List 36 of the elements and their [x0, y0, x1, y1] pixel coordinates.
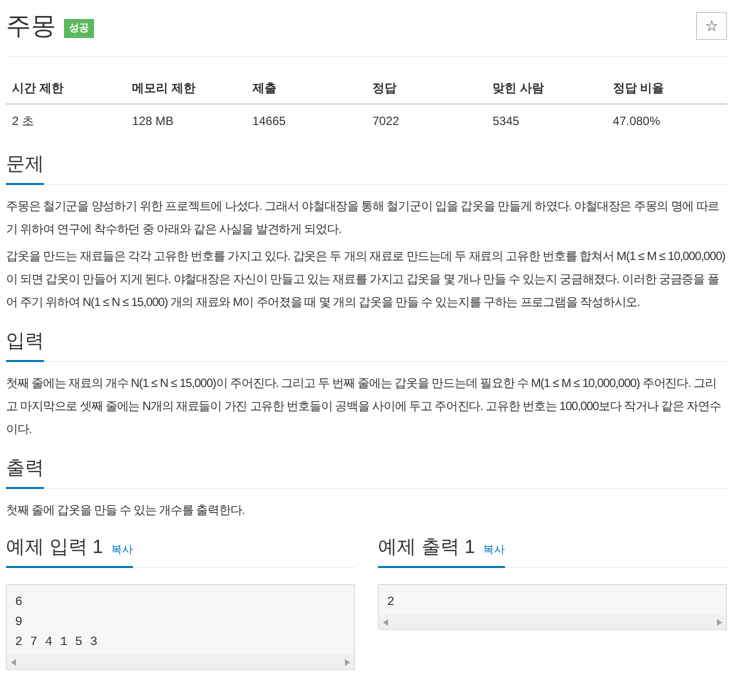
table-cell: 14665	[246, 104, 366, 137]
problem-title: 주몽	[6, 11, 56, 42]
table-cell: 47.080%	[606, 104, 727, 137]
table-cell: 7022	[366, 104, 487, 137]
code-line: 2	[387, 594, 396, 611]
code-line: 6	[15, 594, 24, 611]
star-button[interactable]: ☆	[696, 12, 727, 40]
table-cell: 128 MB	[126, 104, 246, 137]
table-cell: 5345	[486, 104, 607, 137]
sample-heading: 예제 출력 1	[378, 536, 476, 560]
paragraph: 첫째 줄에는 재료의 개수 N(1 ≤ N ≤ 15,000)이 주어진다. 그리고 두 번째 줄에는 갑옷을 만드는데 필요한 수 M(1 ≤ M ≤ 10,000,000) 주어진다. 그리고 마지막으로 셋째 줄에는 N개의 재료들이 가진 고유한 번호들이 공백을 사이에 두고 주어진다. 고유한 번호는 100,000보다 작거나 같은 자연수이다.	[6, 375, 722, 438]
scroll-right-icon[interactable]	[345, 658, 350, 666]
scroll-left-icon[interactable]	[383, 618, 388, 626]
sample-heading: 예제 입력 1	[6, 536, 104, 560]
column-header: 정답 비율	[606, 73, 727, 104]
column-header: 맞힌 사람	[486, 73, 607, 104]
copy-link[interactable]: 복사	[483, 542, 506, 558]
copy-link[interactable]: 복사	[111, 542, 134, 558]
horizontal-scrollbar[interactable]	[7, 655, 354, 669]
section-heading: 입력	[6, 330, 44, 354]
section-heading: 문제	[6, 153, 44, 177]
paragraph: 첫째 줄에 갑옷을 만들 수 있는 개수를 출력한다.	[6, 502, 246, 519]
column-header: 제출	[246, 73, 366, 104]
section-heading: 출력	[6, 457, 44, 481]
horizontal-scrollbar[interactable]	[379, 615, 726, 629]
column-header: 정답	[366, 73, 487, 104]
scroll-right-icon[interactable]	[717, 618, 722, 626]
column-header: 시간 제한	[6, 73, 126, 104]
status-badge: 성공	[64, 18, 94, 38]
column-header: 메모리 제한	[126, 73, 246, 104]
code-line: 9	[15, 614, 24, 631]
scroll-left-icon[interactable]	[11, 658, 16, 666]
table-cell: 2 초	[6, 104, 126, 137]
code-line: 2 7 4 1 5 3	[15, 634, 99, 651]
paragraph: 갑옷을 만드는 재료들은 각각 고유한 번호를 가지고 있다. 갑옷은 두 개의 재료로 만드는데 두 재료의 고유한 번호를 합쳐서 M(1 ≤ M ≤ 10,000,000)이 되면 갑옷이 만들어 지게 된다. 야철대장은 자신이 만들고 있는 재료를 가지고 갑옷을 몇 개나 만들 수 있는지 궁금해졌다. 이러한 궁금증을 풀어 주기 위하여 N(1 ≤ N ≤ 15,000) 개의 재료와 M이 주어졌을 때 몇 개의 갑옷을 만들 수 있는지를 구하는 프로그램을 작성하시오.	[6, 248, 726, 311]
paragraph: 주몽은 철기군을 양성하기 위한 프로젝트에 나섰다. 그래서 야철대장을 통해 철기군이 입을 갑옷을 만들게 하였다. 야철대장은 주몽의 명에 따르기 위하여 연구에 착수하던 중 아래와 같은 사실을 발견하게 되었다.	[6, 198, 720, 238]
